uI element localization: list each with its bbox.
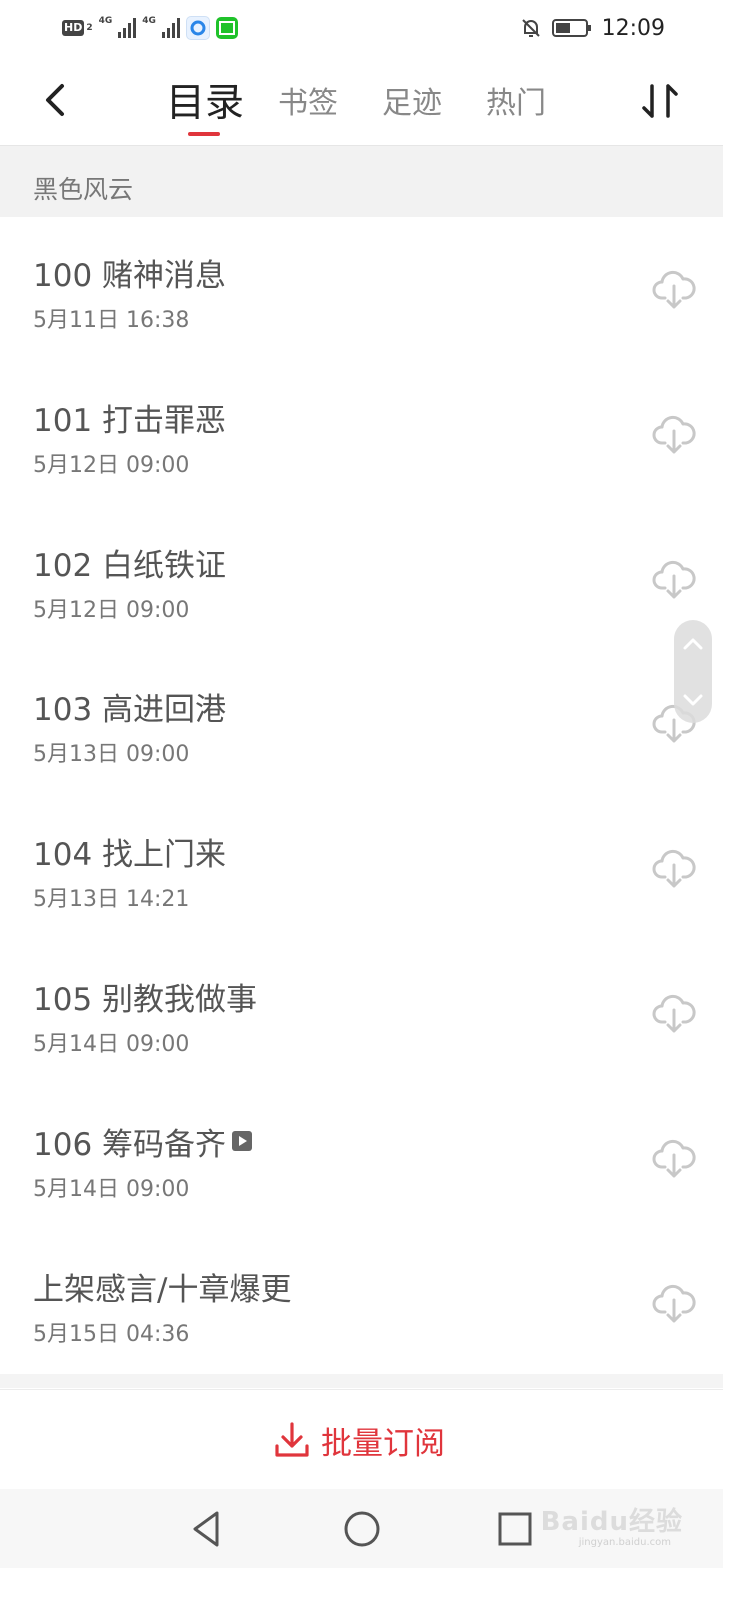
chapter-title: 100 赌神消息 [33, 258, 227, 294]
batch-subscribe-button[interactable]: 批量订阅 [273, 1418, 445, 1462]
browser-app-icon [185, 16, 210, 40]
tab-history[interactable]: 足迹 [382, 78, 442, 122]
chapter-item[interactable]: 100 赌神消息 5月11日 16:38 [0, 218, 723, 363]
chapter-item[interactable]: 104 找上门来 5月13日 14:21 [0, 797, 723, 942]
watermark-logo: Baidu经验 [540, 1507, 683, 1537]
system-nav-bar: Baidu经验 jingyan.baidu.com [0, 1489, 723, 1568]
status-right-icons: 12:09 [520, 14, 665, 42]
fast-scroll-handle[interactable] [674, 620, 712, 723]
chapter-title: 101 打击罪恶 [33, 402, 227, 439]
cloud-download-icon[interactable] [652, 1284, 696, 1324]
back-icon[interactable] [38, 78, 72, 122]
status-left-icons: HD 2 4G 4G [62, 14, 238, 42]
chapter-title: 104 找上门来 [33, 837, 227, 874]
divider [0, 1374, 723, 1388]
chapter-item[interactable]: 105 别教我做事 5月14日 09:00 [0, 942, 723, 1087]
subscribe-bar: 批量订阅 [0, 1389, 723, 1489]
battery-icon [551, 19, 591, 37]
status-bar: HD 2 4G 4G 12:09 [0, 0, 723, 56]
chevron-down-icon[interactable] [674, 682, 712, 718]
nav-recents-icon[interactable] [495, 1509, 535, 1549]
chapter-title: 103 高进回港 [33, 692, 227, 729]
chapter-item[interactable]: 106 筹码备齐 5月14日 09:00 [0, 1087, 723, 1232]
tab-popular[interactable]: 热门 [486, 78, 546, 122]
chapter-list: 100 赌神消息 5月11日 16:38 101 打击罪恶 5月12日 09:0… [0, 218, 723, 1376]
chapter-date: 5月14日 09:00 [33, 1176, 190, 1202]
network-label-1: 4G [98, 16, 113, 26]
chapter-title: 上架感言/十章爆更 [33, 1271, 292, 1308]
mute-bell-icon [521, 19, 540, 37]
cloud-download-icon[interactable] [652, 849, 696, 889]
volume-header: 黑色风云 [0, 146, 723, 217]
chapter-date: 5月15日 04:36 [33, 1321, 190, 1347]
network-label-2: 4G [142, 16, 156, 26]
chapter-title-row: 106 筹码备齐 [33, 1119, 253, 1164]
batch-subscribe-label: 批量订阅 [321, 1425, 445, 1462]
active-tab-indicator [188, 132, 220, 136]
tab-catalog[interactable]: 目录 [166, 72, 244, 128]
signal-icon-2 [161, 18, 180, 38]
chapter-date: 5月13日 14:21 [33, 887, 190, 913]
sort-icon[interactable] [640, 80, 680, 122]
chapter-item[interactable]: 102 白纸铁证 5月12日 09:00 [0, 508, 723, 653]
chapter-date: 5月12日 09:00 [33, 452, 190, 478]
chapter-date: 5月11日 16:38 [33, 308, 190, 333]
chapter-title: 106 筹码备齐 [33, 1126, 227, 1163]
nav-back-icon[interactable] [187, 1509, 227, 1549]
cloud-download-icon[interactable] [652, 1139, 696, 1179]
chevron-up-icon[interactable] [674, 626, 712, 662]
nav-home-icon[interactable] [342, 1509, 382, 1549]
chapter-title: 102 白纸铁证 [33, 547, 227, 584]
chapter-title: 105 别教我做事 [33, 981, 258, 1018]
hd-sub-label: 2 [86, 23, 93, 33]
watermark-url: jingyan.baidu.com [578, 1537, 671, 1548]
cloud-download-icon[interactable] [652, 415, 696, 455]
header: 目录 书签 足迹 热门 [0, 56, 723, 146]
chapter-item[interactable]: 上架感言/十章爆更 5月15日 04:36 [0, 1232, 723, 1377]
chapter-date: 5月13日 09:00 [33, 742, 190, 768]
tab-bookmarks[interactable]: 书签 [278, 78, 338, 122]
chapter-date: 5月14日 09:00 [33, 1031, 190, 1057]
cloud-download-icon[interactable] [652, 560, 696, 600]
chapter-item[interactable]: 103 高进回港 5月13日 09:00 [0, 652, 723, 797]
cloud-download-icon[interactable] [652, 270, 696, 310]
media-badge-icon [232, 1131, 253, 1152]
cloud-download-icon[interactable] [652, 994, 696, 1034]
volume-title: 黑色风云 [33, 175, 134, 204]
hd-icon: HD [62, 20, 85, 36]
clock: 12:09 [601, 15, 665, 41]
download-icon [275, 1422, 309, 1457]
chapter-item[interactable]: 101 打击罪恶 5月12日 09:00 [0, 363, 723, 508]
iqiyi-app-icon [215, 17, 238, 39]
signal-icon [118, 18, 137, 38]
chapter-date: 5月12日 09:00 [33, 597, 190, 623]
